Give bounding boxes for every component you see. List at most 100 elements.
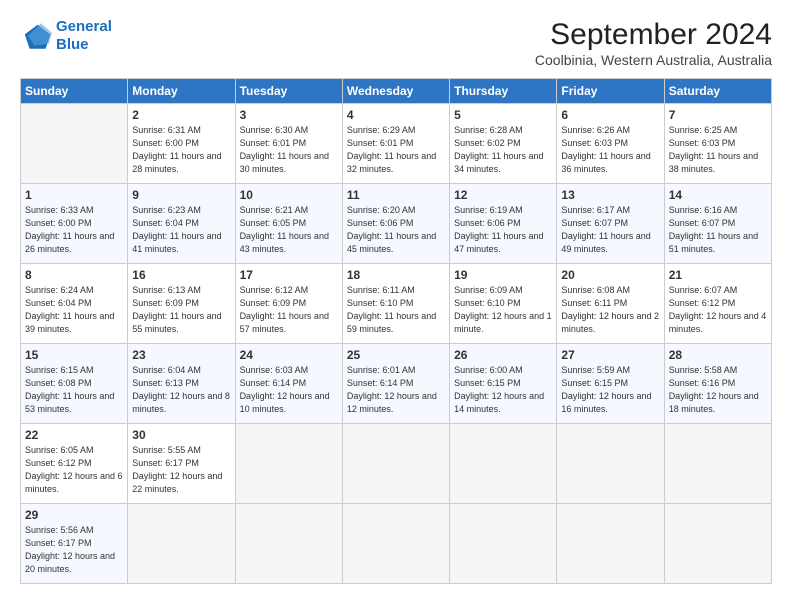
table-row [342,504,449,584]
day-number: 21 [669,268,767,282]
title-block: September 2024 Coolbinia, Western Austra… [535,18,772,68]
table-row [128,504,235,584]
table-row: 4 Sunrise: 6:29 AM Sunset: 6:01 PM Daylig… [342,104,449,184]
header-thursday: Thursday [450,79,557,104]
day-number: 8 [25,268,123,282]
table-row [450,424,557,504]
table-row [557,424,664,504]
calendar-row: 22Sunrise: 6:05 AM Sunset: 6:12 PM Dayli… [21,424,772,504]
table-row: 26 Sunrise: 6:00 AM Sunset: 6:15 PM Dayli… [450,344,557,424]
day-number: 14 [669,188,767,202]
day-number: 20 [561,268,659,282]
day-info: Sunrise: 5:59 AM Sunset: 6:15 PM Dayligh… [561,364,659,416]
table-row: 19 Sunrise: 6:09 AM Sunset: 6:10 PM Dayli… [450,264,557,344]
day-number: 26 [454,348,552,362]
logo-text: General Blue [56,18,112,54]
day-number: 23 [132,348,230,362]
day-number: 11 [347,188,445,202]
day-info: Sunrise: 6:33 AM Sunset: 6:00 PM Dayligh… [25,204,123,256]
table-row: 22Sunrise: 6:05 AM Sunset: 6:12 PM Dayli… [21,424,128,504]
table-row [342,424,449,504]
header: General Blue September 2024 Coolbinia, W… [20,18,772,68]
table-row: 29 Sunrise: 5:56 AM Sunset: 6:17 PM Dayli… [21,504,128,584]
header-monday: Monday [128,79,235,104]
table-row: 10Sunrise: 6:21 AM Sunset: 6:05 PM Dayli… [235,184,342,264]
table-row [664,504,771,584]
day-number: 19 [454,268,552,282]
header-saturday: Saturday [664,79,771,104]
calendar-row: 2 Sunrise: 6:31 AM Sunset: 6:00 PM Daylig… [21,104,772,184]
table-row [664,424,771,504]
day-info: Sunrise: 6:16 AM Sunset: 6:07 PM Dayligh… [669,204,767,256]
day-info: Sunrise: 6:04 AM Sunset: 6:13 PM Dayligh… [132,364,230,416]
table-row: 1Sunrise: 6:33 AM Sunset: 6:00 PM Daylig… [21,184,128,264]
table-row [21,104,128,184]
day-number: 15 [25,348,123,362]
day-info: Sunrise: 6:05 AM Sunset: 6:12 PM Dayligh… [25,444,123,496]
table-row: 21Sunrise: 6:07 AM Sunset: 6:12 PM Dayli… [664,264,771,344]
day-number: 12 [454,188,552,202]
day-number: 30 [132,428,230,442]
day-info: Sunrise: 6:13 AM Sunset: 6:09 PM Dayligh… [132,284,230,336]
day-number: 4 [347,108,445,122]
table-row: 27Sunrise: 5:59 AM Sunset: 6:15 PM Dayli… [557,344,664,424]
day-info: Sunrise: 6:03 AM Sunset: 6:14 PM Dayligh… [240,364,338,416]
day-number: 3 [240,108,338,122]
page-subtitle: Coolbinia, Western Australia, Australia [535,52,772,68]
table-row [235,424,342,504]
day-number: 9 [132,188,230,202]
logo-blue: Blue [56,36,89,53]
day-info: Sunrise: 6:09 AM Sunset: 6:10 PM Dayligh… [454,284,552,336]
table-row: 18Sunrise: 6:11 AM Sunset: 6:10 PM Dayli… [342,264,449,344]
day-number: 2 [132,108,230,122]
day-info: Sunrise: 5:56 AM Sunset: 6:17 PM Dayligh… [25,524,123,576]
day-number: 17 [240,268,338,282]
calendar-header-row: Sunday Monday Tuesday Wednesday Thursday… [21,79,772,104]
day-info: Sunrise: 6:00 AM Sunset: 6:15 PM Dayligh… [454,364,552,416]
table-row: 9 Sunrise: 6:23 AM Sunset: 6:04 PM Daylig… [128,184,235,264]
day-info: Sunrise: 6:01 AM Sunset: 6:14 PM Dayligh… [347,364,445,416]
page: General Blue September 2024 Coolbinia, W… [0,0,792,612]
calendar-table: Sunday Monday Tuesday Wednesday Thursday… [20,78,772,584]
day-number: 5 [454,108,552,122]
day-info: Sunrise: 5:55 AM Sunset: 6:17 PM Dayligh… [132,444,230,496]
table-row: 23 Sunrise: 6:04 AM Sunset: 6:13 PM Dayli… [128,344,235,424]
day-info: Sunrise: 6:23 AM Sunset: 6:04 PM Dayligh… [132,204,230,256]
table-row: 11Sunrise: 6:20 AM Sunset: 6:06 PM Dayli… [342,184,449,264]
table-row: 14 Sunrise: 6:16 AM Sunset: 6:07 PM Dayli… [664,184,771,264]
calendar-row: 8 Sunrise: 6:24 AM Sunset: 6:04 PM Daylig… [21,264,772,344]
header-tuesday: Tuesday [235,79,342,104]
table-row: 30 Sunrise: 5:55 AM Sunset: 6:17 PM Dayli… [128,424,235,504]
table-row: 20Sunrise: 6:08 AM Sunset: 6:11 PM Dayli… [557,264,664,344]
table-row: 15 Sunrise: 6:15 AM Sunset: 6:08 PM Dayli… [21,344,128,424]
calendar-row: 1Sunrise: 6:33 AM Sunset: 6:00 PM Daylig… [21,184,772,264]
day-info: Sunrise: 6:19 AM Sunset: 6:06 PM Dayligh… [454,204,552,256]
table-row: 24 Sunrise: 6:03 AM Sunset: 6:14 PM Dayli… [235,344,342,424]
logo-icon [20,20,52,52]
day-info: Sunrise: 6:28 AM Sunset: 6:02 PM Dayligh… [454,124,552,176]
day-number: 13 [561,188,659,202]
calendar-row: 29 Sunrise: 5:56 AM Sunset: 6:17 PM Dayli… [21,504,772,584]
day-number: 24 [240,348,338,362]
day-number: 29 [25,508,123,522]
table-row: 6Sunrise: 6:26 AM Sunset: 6:03 PM Daylig… [557,104,664,184]
table-row: 25 Sunrise: 6:01 AM Sunset: 6:14 PM Dayli… [342,344,449,424]
day-info: Sunrise: 5:58 AM Sunset: 6:16 PM Dayligh… [669,364,767,416]
table-row: 16Sunrise: 6:13 AM Sunset: 6:09 PM Dayli… [128,264,235,344]
day-info: Sunrise: 6:26 AM Sunset: 6:03 PM Dayligh… [561,124,659,176]
table-row [450,504,557,584]
day-info: Sunrise: 6:25 AM Sunset: 6:03 PM Dayligh… [669,124,767,176]
day-number: 7 [669,108,767,122]
table-row: 5 Sunrise: 6:28 AM Sunset: 6:02 PM Daylig… [450,104,557,184]
day-number: 25 [347,348,445,362]
table-row: 3Sunrise: 6:30 AM Sunset: 6:01 PM Daylig… [235,104,342,184]
day-info: Sunrise: 6:15 AM Sunset: 6:08 PM Dayligh… [25,364,123,416]
table-row: 7 Sunrise: 6:25 AM Sunset: 6:03 PM Daylig… [664,104,771,184]
day-number: 18 [347,268,445,282]
table-row [235,504,342,584]
day-info: Sunrise: 6:24 AM Sunset: 6:04 PM Dayligh… [25,284,123,336]
day-info: Sunrise: 6:31 AM Sunset: 6:00 PM Dayligh… [132,124,230,176]
day-info: Sunrise: 6:29 AM Sunset: 6:01 PM Dayligh… [347,124,445,176]
logo-general: General [56,18,112,35]
header-wednesday: Wednesday [342,79,449,104]
